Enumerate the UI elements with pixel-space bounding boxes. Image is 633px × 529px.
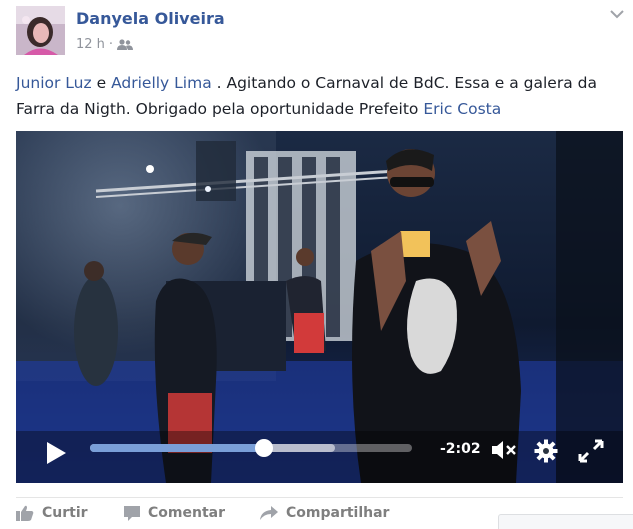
share-button[interactable]: Compartilhar bbox=[260, 505, 389, 521]
meta-separator: · bbox=[108, 37, 114, 52]
mute-icon[interactable] bbox=[490, 439, 518, 461]
comment-icon bbox=[124, 505, 140, 521]
play-icon[interactable] bbox=[45, 441, 67, 465]
thumbs-up-icon bbox=[16, 505, 34, 521]
post-meta: 12 h · bbox=[76, 37, 134, 52]
post-message: Junior Luz e Adrielly Lima . Agitando o … bbox=[16, 70, 628, 122]
mention-link[interactable]: Junior Luz bbox=[16, 74, 92, 92]
post-time[interactable]: 12 h bbox=[76, 37, 105, 52]
friends-icon[interactable] bbox=[117, 38, 134, 51]
fullscreen-icon[interactable] bbox=[578, 439, 604, 463]
chevron-down-icon[interactable] bbox=[607, 6, 627, 22]
author-avatar[interactable] bbox=[16, 6, 65, 55]
feed-post: Danyela Oliveira 12 h · Junior Luz e Adr… bbox=[0, 0, 633, 529]
settings-icon[interactable] bbox=[534, 439, 558, 463]
scrubber-handle[interactable] bbox=[254, 439, 273, 457]
video-controls: -2:02 bbox=[16, 431, 623, 483]
action-divider bbox=[16, 497, 623, 498]
mention-link[interactable]: Eric Costa bbox=[423, 100, 501, 118]
remaining-time: -2:02 bbox=[440, 441, 481, 457]
like-button[interactable]: Curtir bbox=[16, 505, 88, 521]
like-label: Curtir bbox=[42, 505, 88, 521]
comment-label: Comentar bbox=[148, 505, 225, 521]
author-name[interactable]: Danyela Oliveira bbox=[76, 9, 225, 28]
video-player[interactable]: -2:02 bbox=[16, 131, 623, 483]
post-footer-button[interactable] bbox=[498, 514, 633, 529]
mention-link[interactable]: Adrielly Lima bbox=[111, 74, 212, 92]
played-bar bbox=[90, 444, 264, 452]
message-connector: e bbox=[96, 74, 107, 92]
progress-track[interactable] bbox=[90, 439, 412, 457]
share-arrow-icon bbox=[260, 505, 278, 520]
comment-button[interactable]: Comentar bbox=[124, 505, 225, 521]
share-label: Compartilhar bbox=[286, 505, 390, 521]
